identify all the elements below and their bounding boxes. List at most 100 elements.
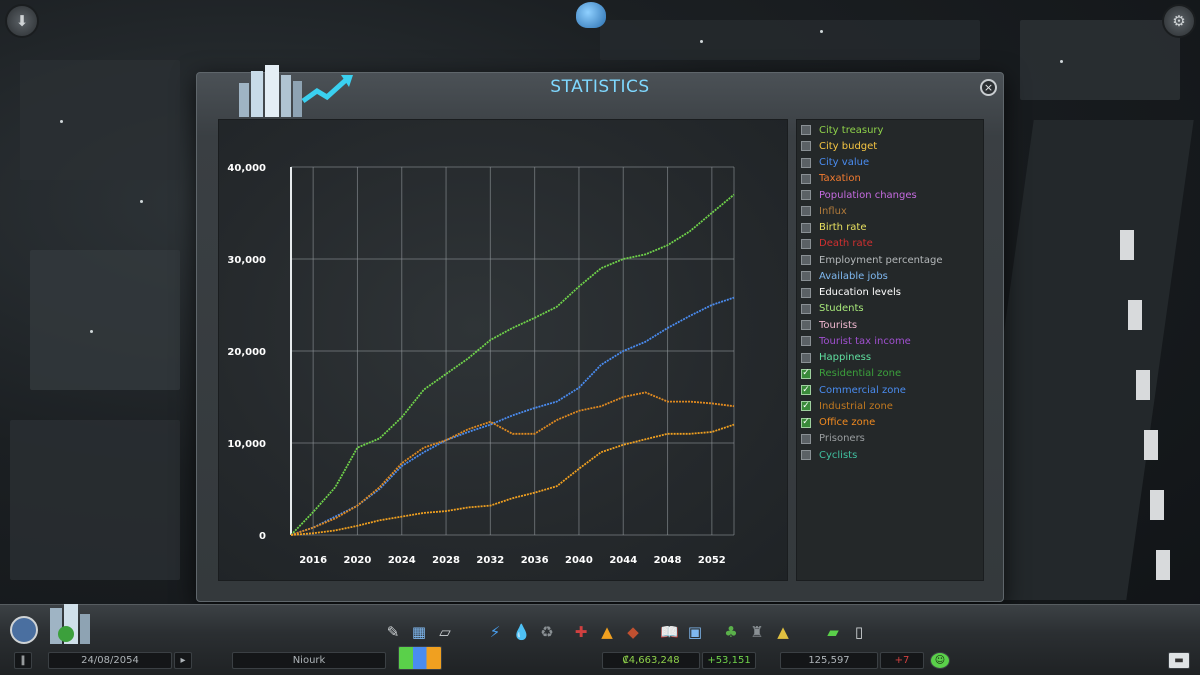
legend-label: Employment percentage [819, 254, 943, 266]
policies-icon[interactable]: ▯ [850, 623, 868, 641]
legend-label: Students [819, 303, 864, 315]
legend-label: Residential zone [819, 368, 902, 380]
legend-item[interactable]: Taxation [801, 171, 983, 187]
garbage-icon[interactable]: ♻ [538, 623, 556, 641]
left-top-button[interactable]: ⬇ [5, 4, 39, 38]
statistics-chart: 0 10,000 20,000 30,000 40,000 2016 2020 2024 202… [218, 119, 788, 581]
healthcare-icon[interactable]: ✚ [572, 623, 590, 641]
x-tick-label: 2048 [654, 555, 682, 566]
legend-item[interactable]: Birth rate [801, 220, 983, 236]
y-tick-label: 0 [259, 531, 266, 542]
legend-item[interactable]: ✓ Commercial zone [801, 382, 983, 398]
population-display: 125,597 [780, 652, 878, 669]
x-tick-label: 2024 [388, 555, 416, 566]
city-logo-icon [10, 604, 90, 644]
legend-item[interactable]: Employment percentage [801, 252, 983, 268]
zoning-icon[interactable]: ▦ [410, 623, 428, 641]
water-icon[interactable]: 💧 [512, 623, 531, 641]
police-icon[interactable]: ◆ [624, 623, 642, 641]
city-name-field[interactable]: Niourk [232, 652, 386, 669]
wonders-icon[interactable]: ▲ [774, 623, 792, 641]
checkbox[interactable] [801, 141, 811, 152]
legend-item[interactable]: Available jobs [801, 268, 983, 284]
x-tick-label: 2020 [344, 555, 372, 566]
monuments-icon[interactable]: ♜ [748, 623, 766, 641]
settings-button[interactable]: ⚙ [1162, 4, 1196, 38]
x-tick-label: 2036 [521, 555, 549, 566]
checkbox[interactable] [801, 190, 811, 201]
legend-label: Office zone [819, 417, 876, 429]
x-tick-label: 2052 [698, 555, 726, 566]
checkbox[interactable] [801, 157, 811, 168]
checkbox[interactable] [801, 271, 811, 282]
happiness-icon: ☺ [930, 652, 950, 669]
legend-item[interactable]: Cyclists [801, 447, 983, 463]
y-tick-label: 40,000 [227, 163, 266, 174]
roads-icon[interactable]: ✎ [384, 623, 402, 641]
checkbox[interactable] [801, 255, 811, 266]
legend-label: Prisoners [819, 433, 865, 445]
legend-item[interactable]: Prisoners [801, 431, 983, 447]
fire-icon[interactable]: ▲ [598, 623, 616, 641]
legend-item[interactable]: Tourists [801, 317, 983, 333]
legend-item[interactable]: City budget [801, 138, 983, 154]
checkbox[interactable] [801, 173, 811, 184]
checkbox[interactable] [801, 336, 811, 347]
checkbox[interactable] [801, 125, 811, 136]
x-tick-label: 2044 [609, 555, 637, 566]
checkbox[interactable] [801, 320, 811, 331]
transport-icon[interactable]: ▣ [686, 623, 704, 641]
checkbox[interactable] [801, 238, 811, 249]
x-tick-label: 2028 [432, 555, 460, 566]
checkbox[interactable]: ✓ [801, 401, 811, 412]
economy-icon[interactable]: ▰ [824, 623, 842, 641]
legend-item[interactable]: City value [801, 155, 983, 171]
legend-item[interactable]: Education levels [801, 285, 983, 301]
legend-list: City treasury City budget City value Taxati… [796, 119, 984, 581]
checkbox[interactable]: ✓ [801, 385, 811, 396]
checkbox[interactable] [801, 352, 811, 363]
rci-demand-meter [398, 646, 442, 670]
legend-label: Death rate [819, 238, 873, 250]
education-icon[interactable]: 📖 [660, 623, 679, 641]
legend-item[interactable]: City treasury [801, 122, 983, 138]
checkbox[interactable]: ✓ [801, 417, 811, 428]
legend-label: Happiness [819, 352, 872, 364]
money-display: ₡4,663,248 [602, 652, 700, 669]
legend-item[interactable]: ✓ Residential zone [801, 366, 983, 382]
y-tick-label: 10,000 [227, 439, 266, 450]
unlock-globe-icon[interactable] [576, 2, 606, 28]
legend-item[interactable]: Death rate [801, 236, 983, 252]
legend-label: Influx [819, 205, 847, 217]
legend-item[interactable]: Happiness [801, 350, 983, 366]
checkbox[interactable]: ✓ [801, 368, 811, 379]
districts-icon[interactable]: ▱ [436, 623, 454, 641]
legend-label: Birth rate [819, 222, 867, 234]
gear-icon: ⚙ [1172, 12, 1186, 30]
checkbox[interactable] [801, 287, 811, 298]
legend-item[interactable]: ✓ Office zone [801, 415, 983, 431]
legend-label: Tourist tax income [819, 335, 911, 347]
checkbox[interactable] [801, 206, 811, 217]
legend-item[interactable]: Influx [801, 203, 983, 219]
legend-label: Taxation [819, 173, 861, 185]
parks-icon[interactable]: ♣ [722, 623, 740, 641]
checkbox[interactable] [801, 450, 811, 461]
legend-item[interactable]: ✓ Industrial zone [801, 398, 983, 414]
legend-label: Tourists [819, 319, 858, 331]
chirper-button[interactable]: ▬ [1168, 652, 1190, 669]
close-button[interactable]: × [980, 79, 997, 96]
legend-item[interactable]: Tourist tax income [801, 333, 983, 349]
legend-item[interactable]: Students [801, 301, 983, 317]
legend-item[interactable]: Population changes [801, 187, 983, 203]
checkbox[interactable] [801, 222, 811, 233]
date-display: 24/08/2054 [48, 652, 172, 669]
checkbox[interactable] [801, 303, 811, 314]
legend-label: Commercial zone [819, 384, 906, 396]
pause-button[interactable]: ‖ [14, 652, 32, 669]
electricity-icon[interactable]: ⚡ [486, 623, 504, 641]
speed-button[interactable]: ▸ [174, 652, 192, 669]
legend-label: Available jobs [819, 270, 888, 282]
checkbox[interactable] [801, 433, 811, 444]
x-tick-label: 2032 [476, 555, 504, 566]
